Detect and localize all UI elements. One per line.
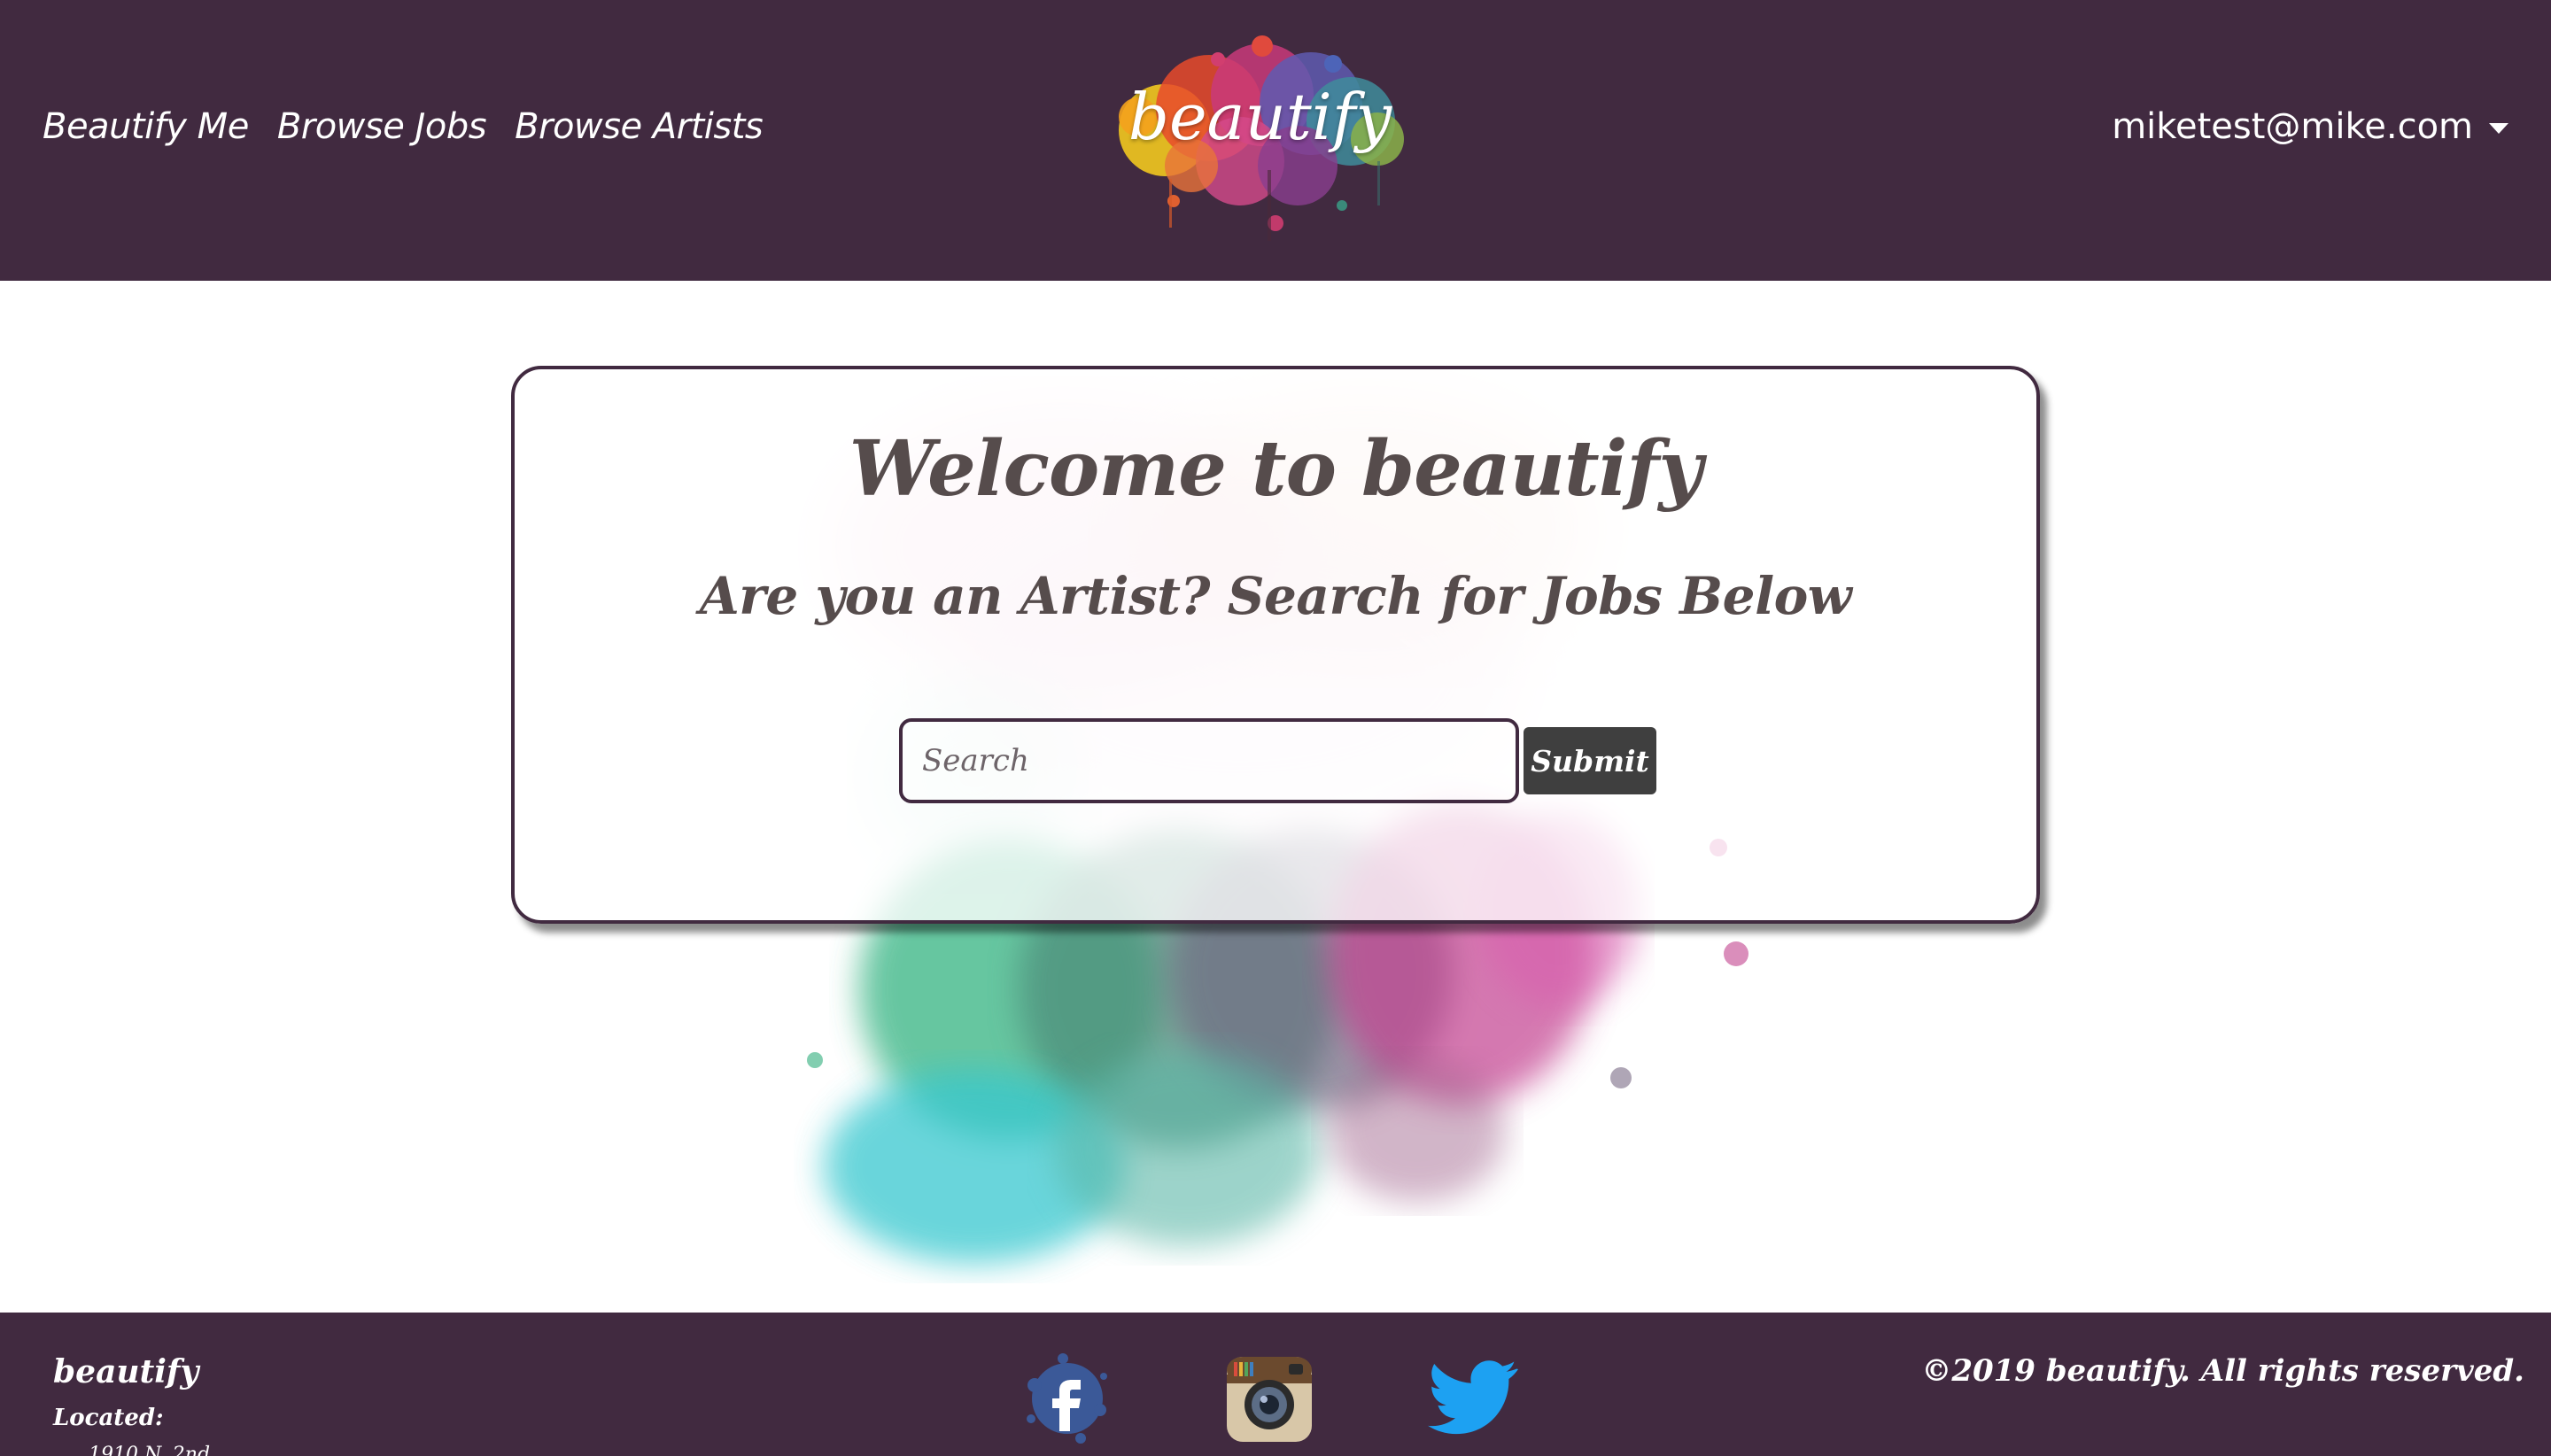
chevron-down-icon	[2489, 123, 2508, 134]
welcome-card: Welcome to beautify Are you an Artist? S…	[511, 366, 2040, 924]
nav-link-browse-jobs[interactable]: Browse Jobs	[277, 106, 487, 147]
user-email: miketest@mike.com	[2112, 106, 2473, 147]
brand-logo[interactable]: beautify	[1085, 11, 1435, 259]
nav-links: Beautify Me Browse Jobs Browse Artists	[43, 106, 764, 147]
main-content: Welcome to beautify Are you an Artist? S…	[0, 281, 2551, 1313]
search-input[interactable]	[899, 718, 1519, 803]
copyright-text: ©2019 beautify. All rights reserved.	[1921, 1353, 2524, 1389]
nav-link-beautify-me[interactable]: Beautify Me	[43, 106, 249, 147]
footer: beautify Located: 1910 N. 2nd ... ©2019 …	[0, 1313, 2551, 1456]
user-menu-dropdown[interactable]: miketest@mike.com	[2112, 106, 2508, 147]
job-search-form: Submit	[899, 718, 1656, 803]
facebook-icon[interactable]	[1019, 1350, 1116, 1447]
navbar: Beautify Me Browse Jobs Browse Artists b…	[0, 0, 2551, 281]
instagram-icon[interactable]	[1225, 1355, 1314, 1444]
page-title: Welcome to beautify	[849, 424, 1703, 514]
nav-link-browse-artists[interactable]: Browse Artists	[515, 106, 764, 147]
submit-button[interactable]: Submit	[1524, 727, 1656, 794]
twitter-icon[interactable]	[1428, 1351, 1518, 1442]
footer-address: 1910 N. 2nd ...	[89, 1444, 236, 1456]
footer-located-label: Located:	[53, 1405, 164, 1431]
page-subtitle: Are you an Artist? Search for Jobs Below	[699, 566, 1852, 626]
footer-brand: beautify	[53, 1353, 199, 1390]
brand-name: beautify	[1128, 80, 1392, 154]
